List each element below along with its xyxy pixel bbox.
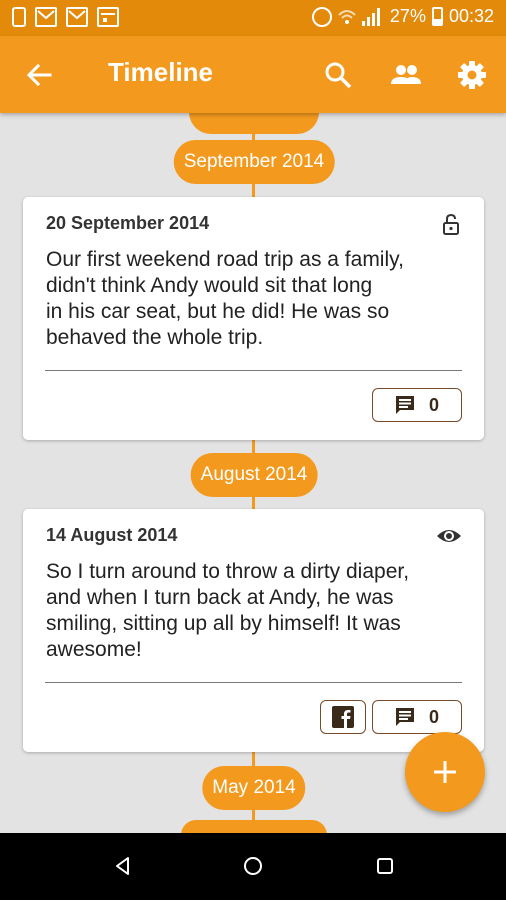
app-bar: Timeline [0, 36, 506, 113]
entry-date: 14 August 2014 [46, 525, 178, 545]
comments-button[interactable]: 0 [372, 388, 462, 422]
facebook-icon [332, 706, 354, 728]
clock: 00:32 [448, 6, 494, 26]
entry-text-line: awesome! [46, 638, 142, 661]
alarm-icon [311, 6, 332, 27]
divider [45, 370, 462, 371]
gmail-icon [66, 7, 88, 27]
month-label-august: August 2014 [190, 453, 318, 497]
facebook-share-button[interactable] [320, 700, 366, 734]
recents-square-icon[interactable] [374, 855, 396, 877]
entry-text-line: in his car seat, but he did! He was so [46, 300, 390, 323]
entry-text-line: smiling, sitting up all by himself! It w… [46, 612, 401, 635]
entry-text-line: didn't think Andy would sit that long [46, 274, 373, 297]
battery-percent: 27% [389, 6, 426, 26]
status-bar: 27% 00:32 [0, 0, 506, 36]
comment-icon [395, 708, 414, 726]
battery-icon [431, 7, 443, 26]
settings-icon[interactable] [457, 60, 487, 90]
system-nav-bar [0, 833, 506, 900]
plus-icon [434, 761, 456, 783]
entry-text: So I turn around to throw a dirty diaper… [46, 559, 464, 663]
page-title: Timeline [108, 57, 214, 87]
comment-icon [395, 396, 414, 414]
divider [45, 682, 462, 683]
comment-count: 0 [428, 706, 439, 727]
entry-text-line: Our first weekend road trip as a family, [46, 248, 404, 271]
entry-text-line: and when I turn back at Andy, he was [46, 586, 394, 609]
timeline-entry-card[interactable]: 14 August 2014 So I turn around to throw… [23, 509, 484, 752]
calendar-icon [97, 7, 119, 27]
add-entry-button[interactable] [405, 732, 485, 812]
back-triangle-icon[interactable] [112, 855, 134, 877]
gmail-icon [35, 7, 57, 27]
search-icon[interactable] [323, 60, 353, 90]
wifi-icon [338, 9, 356, 24]
people-icon[interactable] [389, 60, 423, 90]
entry-date: 20 September 2014 [46, 213, 210, 233]
eye-icon [437, 530, 461, 542]
entry-text: Our first weekend road trip as a family,… [46, 247, 464, 351]
comments-button[interactable]: 0 [372, 700, 462, 734]
comment-count: 0 [428, 394, 439, 415]
back-arrow-icon[interactable] [24, 60, 54, 90]
entry-text-line: So I turn around to throw a dirty diaper… [46, 560, 410, 583]
timeline-entry-card[interactable]: 20 September 2014 Our first weekend road… [23, 197, 484, 440]
lock-icon [443, 213, 459, 235]
home-circle-icon[interactable] [242, 855, 264, 877]
month-label-may: May 2014 [202, 766, 306, 810]
phone-icon [12, 7, 26, 27]
month-label-september: September 2014 [173, 140, 335, 184]
signal-icon [361, 7, 384, 26]
entry-text-line: behaved the whole trip. [46, 326, 264, 349]
